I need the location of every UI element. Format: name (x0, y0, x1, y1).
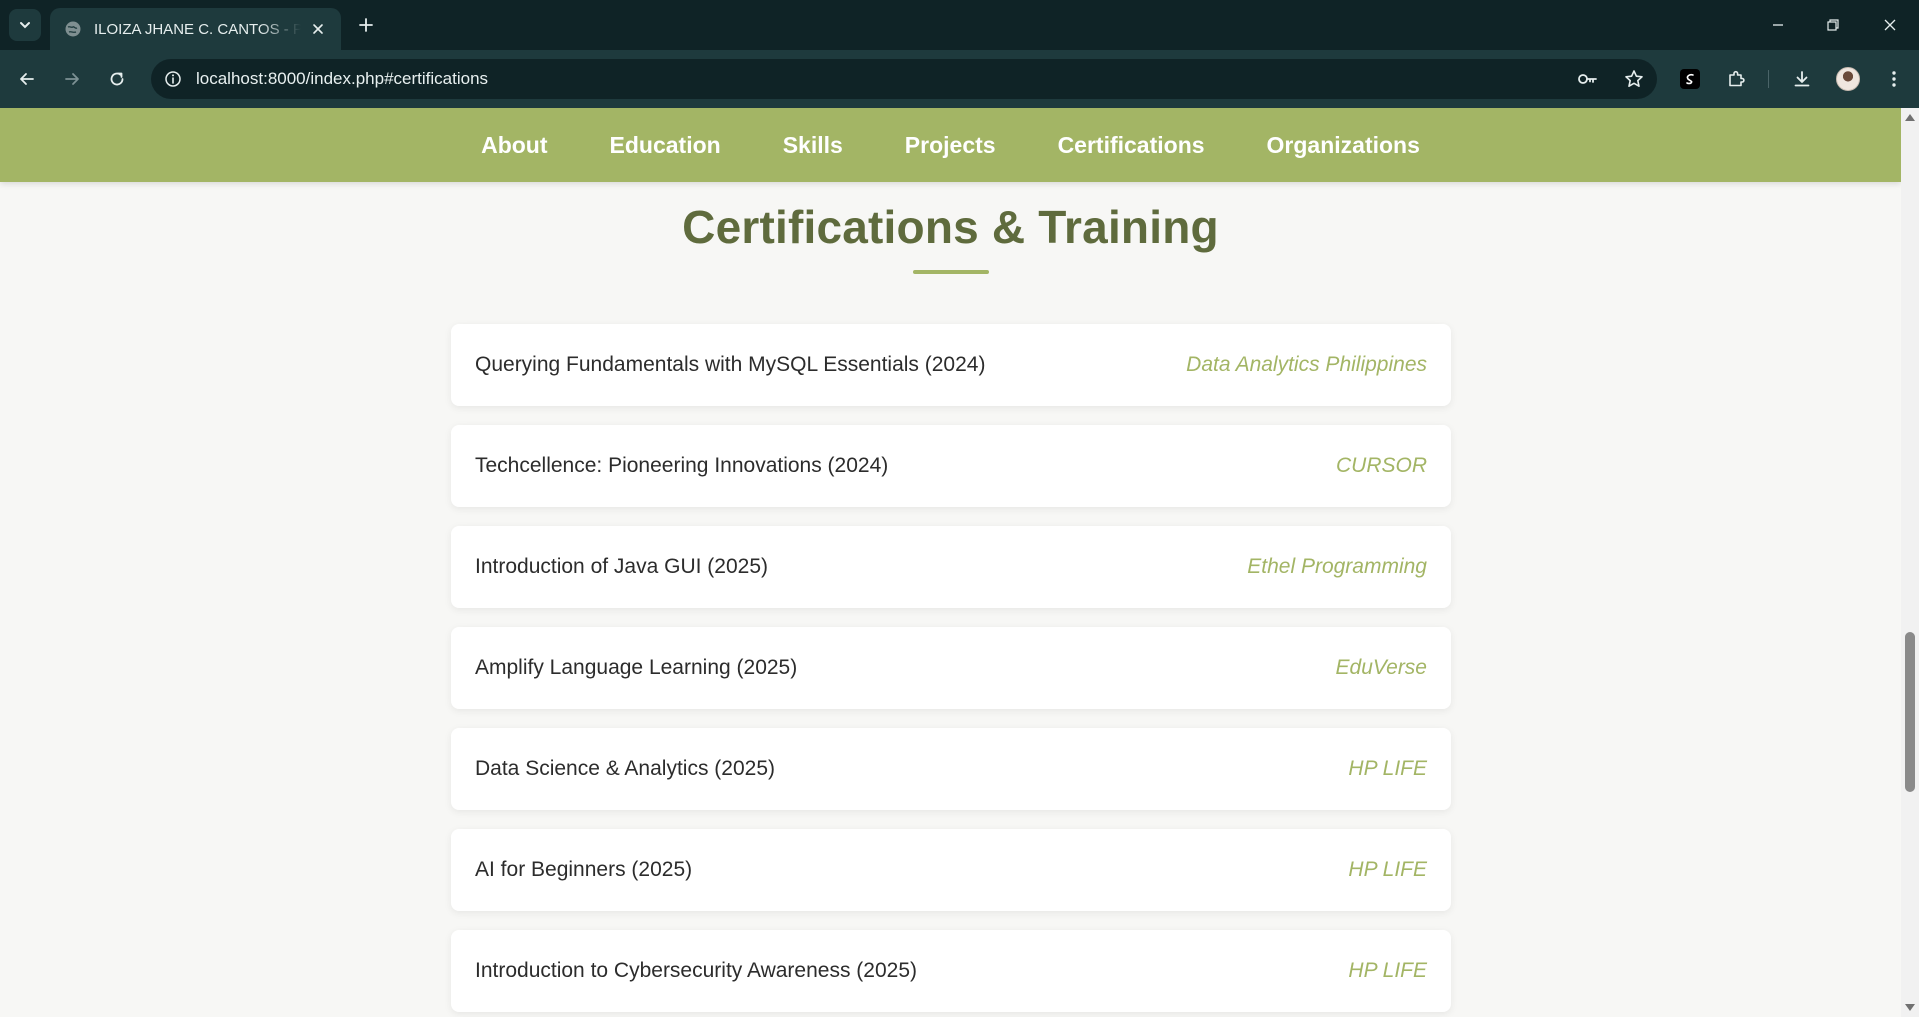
tab-close-button[interactable] (307, 18, 329, 40)
scroll-up-arrow-icon[interactable] (1905, 114, 1915, 121)
more-vertical-icon (1892, 71, 1896, 87)
certification-name: Introduction of Java GUI (2025) (475, 555, 768, 578)
restore-icon (1827, 19, 1839, 31)
certification-issuer: HP LIFE (1348, 757, 1427, 780)
tab-search-button[interactable] (9, 9, 41, 41)
nav-link-projects[interactable]: Projects (905, 132, 996, 159)
certification-list: Querying Fundamentals with MySQL Essenti… (451, 324, 1451, 1017)
site-info-button[interactable] (161, 67, 185, 91)
arrow-right-icon (65, 73, 79, 85)
close-window-button[interactable] (1875, 10, 1905, 40)
section-title: Certifications & Training (682, 201, 1219, 253)
nav-link-certifications[interactable]: Certifications (1058, 132, 1205, 159)
forward-button[interactable] (57, 64, 87, 94)
bookmark-star-button[interactable] (1622, 67, 1646, 91)
browser-tabstrip: ILOIZA JHANE C. CANTOS - Portfolio (0, 0, 1919, 50)
certification-card: Amplify Language Learning (2025) EduVerse (451, 627, 1451, 709)
certification-card: Introduction to Cybersecurity Awareness … (451, 930, 1451, 1012)
certification-issuer: HP LIFE (1348, 959, 1427, 982)
avatar (1836, 67, 1860, 91)
reload-icon (110, 72, 124, 86)
browser-toolbar: localhost:8000/index.php#certifications (0, 50, 1919, 108)
certification-issuer: Data Analytics Philippines (1186, 353, 1427, 376)
toolbar-separator (1768, 70, 1769, 88)
address-bar[interactable]: localhost:8000/index.php#certifications (151, 59, 1657, 99)
chevron-down-icon (20, 22, 30, 29)
key-icon (1578, 74, 1597, 84)
arrow-left-icon (20, 73, 34, 85)
minimize-button[interactable] (1763, 10, 1793, 40)
puzzle-icon (1729, 70, 1745, 87)
new-tab-button[interactable] (352, 11, 380, 39)
certification-name: Querying Fundamentals with MySQL Essenti… (475, 353, 986, 376)
download-icon (1794, 71, 1810, 87)
plus-icon (359, 18, 373, 32)
certification-card: AI for Beginners (2025) HP LIFE (451, 829, 1451, 911)
info-icon (165, 71, 181, 87)
reload-button[interactable] (102, 64, 132, 94)
url-text: localhost:8000/index.php#certifications (196, 69, 489, 88)
title-underline (913, 270, 989, 274)
certification-card: Techcellence: Pioneering Innovations (20… (451, 425, 1451, 507)
certification-issuer: EduVerse (1335, 656, 1427, 679)
certification-card: Data Science & Analytics (2025) HP LIFE (451, 728, 1451, 810)
site-navigation: About Education Skills Projects Certificatio… (0, 108, 1901, 182)
back-button[interactable] (12, 64, 42, 94)
star-icon (1625, 70, 1643, 87)
nav-link-about[interactable]: About (481, 132, 547, 159)
certification-name: Techcellence: Pioneering Innovations (20… (475, 454, 889, 477)
nav-link-organizations[interactable]: Organizations (1267, 132, 1420, 159)
certification-name: Amplify Language Learning (2025) (475, 656, 798, 679)
certification-issuer: HP LIFE (1348, 858, 1427, 881)
page-viewport: About Education Skills Projects Certificatio… (0, 108, 1919, 1017)
page-scrollbar[interactable] (1901, 108, 1919, 1017)
scroll-down-arrow-icon[interactable] (1905, 1004, 1915, 1011)
password-key-button[interactable] (1575, 67, 1599, 91)
certification-card: Introduction of Java GUI (2025) Ethel Pro… (451, 526, 1451, 608)
nav-link-education[interactable]: Education (610, 132, 721, 159)
certification-issuer: CURSOR (1335, 454, 1427, 477)
certification-issuer: Ethel Programming (1247, 555, 1427, 578)
nav-link-skills[interactable]: Skills (783, 132, 843, 159)
close-icon (313, 24, 323, 34)
extensions-menu-button[interactable] (1721, 64, 1751, 94)
downloads-button[interactable] (1787, 64, 1817, 94)
browser-menu-button[interactable] (1879, 64, 1909, 94)
browser-tab-active[interactable]: ILOIZA JHANE C. CANTOS - Portfolio (50, 8, 341, 50)
certification-name: AI for Beginners (2025) (475, 858, 693, 881)
globe-icon (65, 21, 81, 37)
extension-logo-icon (1680, 69, 1700, 89)
extension-button[interactable] (1675, 64, 1705, 94)
scrollbar-thumb[interactable] (1905, 632, 1915, 792)
tab-title: ILOIZA JHANE C. CANTOS - Portfolio (94, 20, 301, 38)
profile-button[interactable] (1833, 64, 1863, 94)
certification-name: Data Science & Analytics (2025) (475, 757, 775, 780)
restore-button[interactable] (1818, 10, 1848, 40)
certification-card: Querying Fundamentals with MySQL Essenti… (451, 324, 1451, 406)
minimize-icon (1773, 24, 1783, 26)
close-icon (1884, 19, 1896, 31)
certification-name: Introduction to Cybersecurity Awareness … (475, 959, 918, 982)
